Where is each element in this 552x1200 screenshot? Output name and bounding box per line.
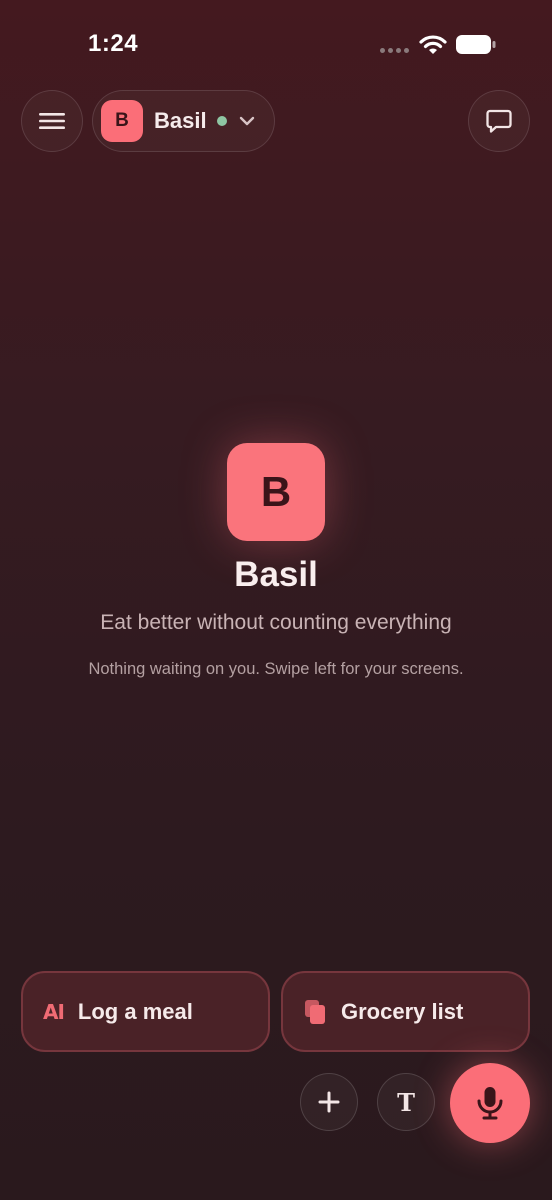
wifi-icon — [419, 35, 447, 54]
voice-input-button[interactable] — [450, 1063, 530, 1143]
grocery-list-button[interactable]: Grocery list — [281, 971, 530, 1052]
battery-icon — [456, 35, 496, 54]
plus-icon — [318, 1091, 340, 1113]
empty-state-note: Nothing waiting on you. Swipe left for y… — [88, 660, 464, 678]
assistant-tagline: Eat better without counting everything — [100, 611, 452, 634]
add-button[interactable] — [300, 1073, 358, 1131]
assistant-title: Basil — [234, 555, 318, 594]
chevron-down-icon — [239, 116, 255, 126]
assistant-avatar: B — [101, 100, 143, 142]
assistant-name: Basil — [154, 108, 207, 133]
new-chat-button[interactable] — [468, 90, 530, 152]
assistant-logo: B — [227, 443, 325, 541]
cellular-signal-icon — [380, 48, 409, 53]
log-meal-button[interactable]: AI Log a meal — [21, 971, 270, 1052]
hamburger-icon — [39, 113, 65, 129]
text-format-icon: T — [397, 1087, 415, 1117]
assistant-switcher[interactable]: B Basil — [92, 90, 275, 152]
grocery-list-label: Grocery list — [341, 998, 464, 1024]
menu-button[interactable] — [21, 90, 83, 152]
log-meal-label: Log a meal — [77, 998, 193, 1024]
online-status-dot — [216, 116, 227, 126]
status-time: 1:24 — [88, 30, 139, 57]
chat-bubble-icon — [486, 109, 512, 133]
status-bar: 1:24 — [0, 0, 552, 90]
text-mode-button[interactable]: T — [377, 1073, 435, 1131]
microphone-icon — [477, 1087, 503, 1120]
copy-icon — [303, 999, 327, 1025]
ai-text-icon: AI — [43, 999, 65, 1024]
